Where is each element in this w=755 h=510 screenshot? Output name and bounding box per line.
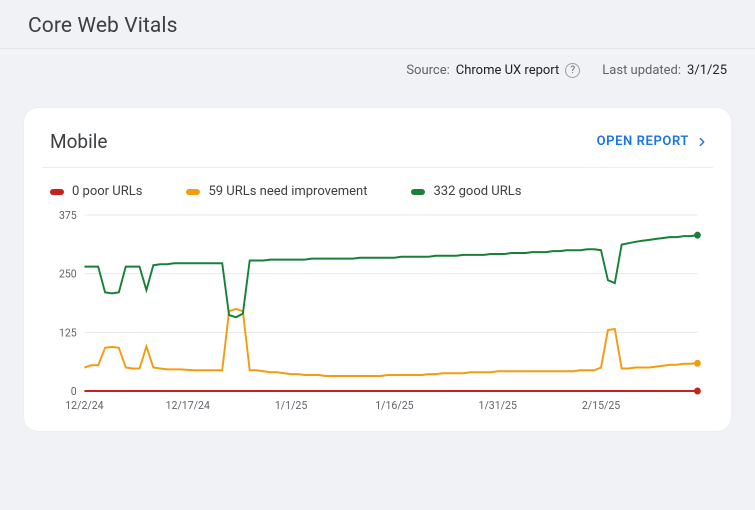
- page-title: Core Web Vitals: [28, 14, 727, 38]
- svg-text:1/31/25: 1/31/25: [479, 399, 517, 412]
- chevron-right-icon: [695, 135, 709, 149]
- svg-text:0: 0: [71, 385, 77, 398]
- svg-text:12/2/24: 12/2/24: [65, 399, 103, 412]
- updated-value: 3/1/25: [687, 63, 727, 78]
- swatch-poor-icon: [50, 189, 64, 195]
- source-meta: Source: Chrome UX report ?: [406, 63, 580, 78]
- svg-text:375: 375: [59, 209, 77, 222]
- legend-ni-label: 59 URLs need improvement: [208, 184, 367, 199]
- meta-row: Source: Chrome UX report ? Last updated:…: [0, 49, 755, 90]
- legend: 0 poor URLs 59 URLs need improvement 332…: [42, 168, 713, 203]
- updated-label: Last updated:: [602, 63, 681, 78]
- swatch-good-icon: [411, 189, 425, 195]
- legend-good-label: 332 good URLs: [433, 184, 521, 199]
- open-report-button[interactable]: OPEN REPORT: [597, 134, 709, 149]
- chart: 0 125 250 375 12/2/24 12/17/24 1/1/25 1/16/25 1/…: [46, 207, 709, 415]
- card-title: Mobile: [50, 130, 107, 153]
- swatch-ni-icon: [186, 189, 200, 195]
- svg-text:1/1/25: 1/1/25: [275, 399, 307, 412]
- svg-text:2/15/25: 2/15/25: [582, 399, 620, 412]
- mobile-card: Mobile OPEN REPORT 0 poor URLs 59 URLs n…: [24, 108, 731, 431]
- legend-needs-improvement: 59 URLs need improvement: [186, 184, 367, 199]
- legend-poor: 0 poor URLs: [50, 184, 142, 199]
- legend-good: 332 good URLs: [411, 184, 521, 199]
- svg-text:250: 250: [59, 267, 77, 280]
- svg-text:125: 125: [59, 326, 77, 339]
- svg-text:1/16/25: 1/16/25: [375, 399, 413, 412]
- help-icon[interactable]: ?: [565, 63, 580, 78]
- svg-text:12/17/24: 12/17/24: [166, 399, 210, 412]
- source-label: Source:: [406, 63, 449, 78]
- updated-meta: Last updated: 3/1/25: [602, 63, 727, 78]
- open-report-label: OPEN REPORT: [597, 134, 689, 149]
- source-value: Chrome UX report: [456, 63, 560, 78]
- legend-poor-label: 0 poor URLs: [72, 184, 142, 199]
